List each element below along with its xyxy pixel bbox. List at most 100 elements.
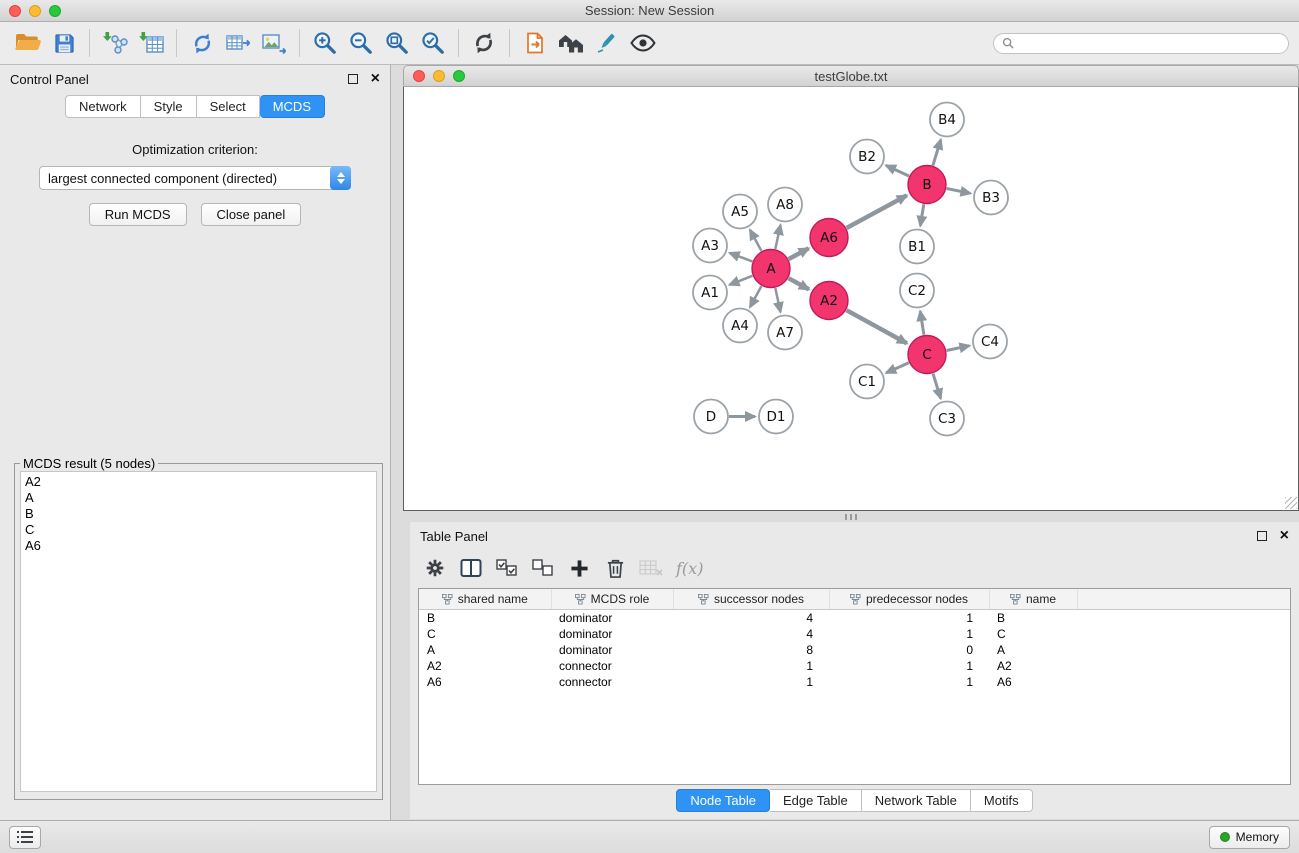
table-row[interactable]: Adominator80A (419, 642, 1290, 658)
table-cell[interactable]: A2 (989, 658, 1077, 674)
graph-node-A5[interactable]: A5 (723, 195, 757, 229)
graph-node-A2[interactable]: A2 (810, 282, 848, 320)
graph-node-B1[interactable]: B1 (900, 230, 934, 264)
close-network-window-button[interactable] (413, 70, 425, 82)
mcds-result-item[interactable]: A2 (25, 474, 372, 490)
graph-edge-A-A8[interactable] (775, 225, 780, 249)
graph-edge-A-A6[interactable] (789, 248, 809, 259)
graph-edge-C-C1[interactable] (886, 363, 909, 373)
table-row[interactable]: Cdominator41C (419, 626, 1290, 642)
zoom-network-window-button[interactable] (453, 70, 465, 82)
table-cell[interactable]: A6 (419, 674, 551, 690)
new-network-button[interactable] (184, 26, 220, 60)
resize-grip-icon[interactable] (1285, 497, 1297, 509)
float-table-panel-icon[interactable] (1257, 531, 1267, 541)
graph-node-A8[interactable]: A8 (768, 188, 802, 222)
annotation-button[interactable] (589, 26, 625, 60)
table-cell[interactable]: A6 (989, 674, 1077, 690)
table-cell[interactable]: 4 (673, 610, 829, 627)
open-session-button[interactable] (10, 26, 46, 60)
zoom-fit-button[interactable] (379, 26, 415, 60)
table-cell[interactable]: 1 (829, 626, 989, 642)
add-row-button[interactable] (564, 554, 594, 582)
mcds-result-item[interactable]: C (25, 522, 372, 538)
graph-edge-B-B4[interactable] (933, 140, 941, 166)
graph-node-B3[interactable]: B3 (974, 181, 1008, 215)
home-view-button[interactable] (553, 26, 589, 60)
graph-edge-A-A5[interactable] (750, 230, 761, 251)
mcds-result-item[interactable]: A6 (25, 538, 372, 554)
delete-row-button[interactable] (600, 554, 630, 582)
network-canvas[interactable]: AA1A2A3A4A5A6A7A8BB1B2B3B4CC1C2C3C4DD1 (403, 87, 1299, 511)
graph-node-B2[interactable]: B2 (850, 140, 884, 174)
graph-node-C4[interactable]: C4 (973, 325, 1007, 359)
table-cell[interactable]: dominator (551, 610, 673, 627)
column-header-predecessor-nodes[interactable]: predecessor nodes (829, 589, 989, 610)
table-cell[interactable]: 8 (673, 642, 829, 658)
zoom-selected-button[interactable] (415, 26, 451, 60)
save-session-button[interactable] (46, 26, 82, 60)
graph-edge-B-B3[interactable] (947, 189, 971, 194)
close-table-panel-icon[interactable]: × (1280, 528, 1289, 544)
table-cell[interactable]: 1 (673, 674, 829, 690)
column-header-name[interactable]: name (989, 589, 1077, 610)
close-panel-icon[interactable]: × (371, 71, 380, 87)
export-image-button[interactable] (256, 26, 292, 60)
search-input[interactable] (1019, 35, 1280, 51)
mcds-result-item[interactable]: A (25, 490, 372, 506)
minimize-network-window-button[interactable] (433, 70, 445, 82)
graph-edge-C-C3[interactable] (933, 374, 941, 399)
column-header-successor-nodes[interactable]: successor nodes (673, 589, 829, 610)
table-cell[interactable]: 4 (673, 626, 829, 642)
graph-node-A1[interactable]: A1 (693, 276, 727, 310)
float-panel-icon[interactable] (348, 74, 358, 84)
zoom-out-button[interactable] (343, 26, 379, 60)
table-cell[interactable]: 1 (829, 674, 989, 690)
graph-node-D1[interactable]: D1 (759, 400, 793, 434)
select-all-button[interactable] (492, 554, 522, 582)
tab-style[interactable]: Style (141, 95, 197, 118)
refresh-layout-button[interactable] (466, 26, 502, 60)
graph-edge-B-B1[interactable] (920, 204, 924, 226)
function-builder-button[interactable]: f(x) (676, 559, 703, 578)
table-cell[interactable]: A2 (419, 658, 551, 674)
graph-edge-A-A1[interactable] (730, 276, 753, 285)
table-cell[interactable]: C (989, 626, 1077, 642)
close-panel-button[interactable]: Close panel (201, 203, 302, 226)
zoom-in-button[interactable] (307, 26, 343, 60)
table-cell[interactable]: 0 (829, 642, 989, 658)
graph-node-A7[interactable]: A7 (768, 316, 802, 350)
graph-node-C2[interactable]: C2 (900, 274, 934, 308)
tab-edge-table[interactable]: Edge Table (770, 789, 862, 812)
table-cell[interactable]: A (989, 642, 1077, 658)
import-network-button[interactable] (97, 26, 133, 60)
tab-select[interactable]: Select (197, 95, 260, 118)
graph-node-A[interactable]: A (752, 250, 790, 288)
graph-edge-A6-B[interactable] (847, 195, 907, 228)
table-row[interactable]: A6connector11A6 (419, 674, 1290, 690)
graph-edge-C-C2[interactable] (920, 311, 924, 335)
column-header-MCDS-role[interactable]: MCDS role (551, 589, 673, 610)
show-panels-button[interactable] (9, 826, 41, 849)
tab-node-table[interactable]: Node Table (676, 789, 770, 812)
graph-edge-A-A3[interactable] (730, 253, 753, 262)
table-cell[interactable]: 1 (829, 658, 989, 674)
table-cell[interactable]: connector (551, 674, 673, 690)
import-table-button[interactable] (133, 26, 169, 60)
graph-node-C3[interactable]: C3 (930, 402, 964, 436)
graph-node-A4[interactable]: A4 (723, 309, 757, 343)
tab-mcds[interactable]: MCDS (260, 95, 325, 118)
graph-node-D[interactable]: D (694, 400, 728, 434)
tab-network[interactable]: Network (65, 95, 141, 118)
graph-edge-A-A2[interactable] (789, 278, 809, 289)
graph-node-B[interactable]: B (908, 166, 946, 204)
table-cell[interactable]: C (419, 626, 551, 642)
table-cell[interactable]: dominator (551, 642, 673, 658)
table-cell[interactable]: B (989, 610, 1077, 627)
fullscreen-window-button[interactable] (49, 5, 61, 17)
network-window-titlebar[interactable]: testGlobe.txt (403, 65, 1299, 87)
table-cell[interactable]: 1 (673, 658, 829, 674)
graph-edge-B-B2[interactable] (886, 165, 909, 176)
graph-node-C1[interactable]: C1 (850, 365, 884, 399)
close-window-button[interactable] (9, 5, 21, 17)
